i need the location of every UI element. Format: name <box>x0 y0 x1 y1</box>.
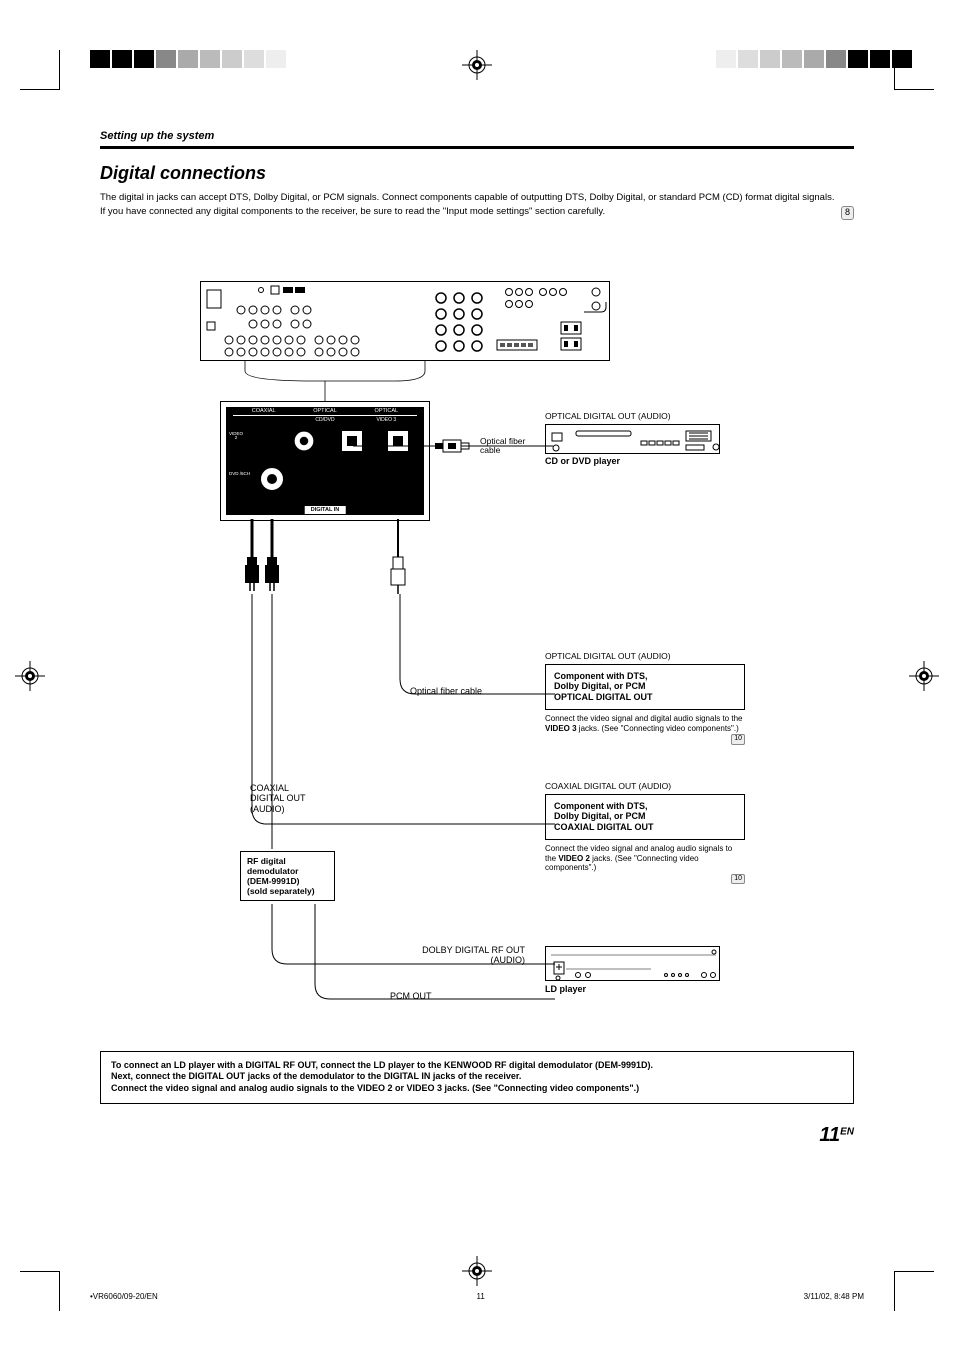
optical-jack-video3 <box>387 430 409 452</box>
coaxial-jack-video2 <box>293 430 315 452</box>
cd-dvd-label: CD or DVD player <box>545 456 720 466</box>
panel-label-digitalin: DIGITAL IN <box>305 506 346 514</box>
crop-mark <box>894 1271 934 1311</box>
connection-diagram: COAXIAL OPTICAL OPTICAL CD/DVD VIDEO 3 V… <box>100 281 854 1041</box>
optical-jack-cddvd <box>341 430 363 452</box>
ld-player-device <box>545 946 720 981</box>
output-label-coax: COAXIAL DIGITAL OUT (AUDIO) <box>545 781 745 791</box>
panel-col-coaxial: COAXIAL <box>233 408 294 416</box>
panel-col-optical2: OPTICAL <box>356 408 417 416</box>
receiver-back-panel <box>200 281 610 361</box>
footer-right: 3/11/02, 8:48 PM <box>804 1292 864 1301</box>
side-label-coax: COAXIAL DIGITAL OUT (AUDIO) <box>250 783 310 815</box>
panel-sub-video3: VIDEO 3 <box>356 417 417 423</box>
ld-player-block: LD player <box>545 961 720 994</box>
ld-player-label: LD player <box>545 984 720 994</box>
component-optical-block: OPTICAL DIGITAL OUT (AUDIO) Component wi… <box>545 651 745 745</box>
cable-label-optical1: Optical fiber cable <box>480 437 530 456</box>
side-registration-icon <box>15 661 45 691</box>
panel-label-video2: VIDEO2 <box>229 432 243 441</box>
note-box: To connect an LD player with a DIGITAL R… <box>100 1051 854 1104</box>
component-optical-note: Connect the video signal and digital aud… <box>545 714 745 745</box>
page-ref-badge: 10 <box>731 874 745 884</box>
intro-paragraph-1: The digital in jacks can accept DTS, Dol… <box>100 192 854 204</box>
page-number: 11EN <box>100 1124 854 1147</box>
label-dolby-rf: DOLBY DIGITAL RF OUT (AUDIO) <box>395 946 525 966</box>
intro-paragraph-2: If you have connected any digital compon… <box>100 206 854 218</box>
crop-mark <box>20 1271 60 1311</box>
component-coax-note: Connect the video signal and analog audi… <box>545 844 745 884</box>
component-optical-box: Component with DTS, Dolby Digital, or PC… <box>545 664 745 710</box>
side-registration-icon <box>909 661 939 691</box>
page-ref-badge: 8 <box>841 206 854 220</box>
registration-strip <box>0 50 954 80</box>
page-title: Digital connections <box>100 163 854 184</box>
panel-label-dvd: DVD /6CH <box>229 472 250 477</box>
digital-in-panel: COAXIAL OPTICAL OPTICAL CD/DVD VIDEO 3 V… <box>220 401 430 521</box>
output-label-optical2: OPTICAL DIGITAL OUT (AUDIO) <box>545 651 745 661</box>
divider <box>100 146 854 149</box>
page-ref-badge: 10 <box>731 734 745 744</box>
panel-sub-cddvd: CD/DVD <box>294 417 355 423</box>
coaxial-jack-dvd <box>259 466 285 492</box>
cable-label-optical2: Optical fiber cable <box>410 686 482 696</box>
cd-dvd-device <box>545 424 720 454</box>
rf-demodulator-box: RF digital demodulator (DEM-9991D) (sold… <box>240 851 335 902</box>
cd-dvd-block: OPTICAL DIGITAL OUT (AUDIO) CD or DVD pl… <box>545 411 720 466</box>
panel-col-optical1: OPTICAL <box>294 408 355 416</box>
footer-center: 11 <box>477 1292 485 1301</box>
footer: •VR6060/09-20/EN 11 3/11/02, 8:48 PM <box>90 1292 864 1301</box>
component-coax-block: COAXIAL DIGITAL OUT (AUDIO) Component wi… <box>545 781 745 885</box>
footer-left: •VR6060/09-20/EN <box>90 1292 158 1301</box>
output-label-optical1: OPTICAL DIGITAL OUT (AUDIO) <box>545 411 720 421</box>
section-label: Setting up the system <box>100 130 854 142</box>
bottom-registration-icon <box>462 1256 492 1291</box>
component-coax-box: Component with DTS, Dolby Digital, or PC… <box>545 794 745 840</box>
label-pcm-out: PCM OUT <box>390 991 432 1001</box>
